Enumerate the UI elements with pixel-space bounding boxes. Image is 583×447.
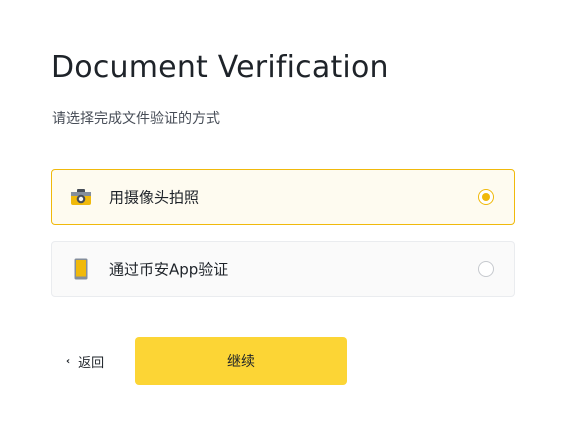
- back-label: 返回: [78, 356, 105, 371]
- camera-icon: [70, 186, 92, 208]
- phone-icon: [70, 258, 92, 280]
- page-subtitle: 请选择完成文件验证的方式: [52, 111, 220, 127]
- continue-button[interactable]: 继续: [135, 337, 347, 385]
- page-title: Document Verification: [51, 50, 389, 85]
- document-verification-page: Document Verification 请选择完成文件验证的方式 用摄像头拍…: [0, 0, 583, 447]
- option-app[interactable]: 通过币安App验证: [51, 241, 515, 297]
- radio-camera-selected[interactable]: [478, 189, 494, 205]
- option-camera[interactable]: 用摄像头拍照: [51, 169, 515, 225]
- option-app-label: 通过币安App验证: [109, 260, 229, 279]
- chevron-left-icon: ‹: [66, 355, 71, 367]
- radio-app-unselected[interactable]: [478, 261, 494, 277]
- option-camera-label: 用摄像头拍照: [109, 188, 200, 207]
- back-button[interactable]: ‹ 返回: [66, 352, 104, 371]
